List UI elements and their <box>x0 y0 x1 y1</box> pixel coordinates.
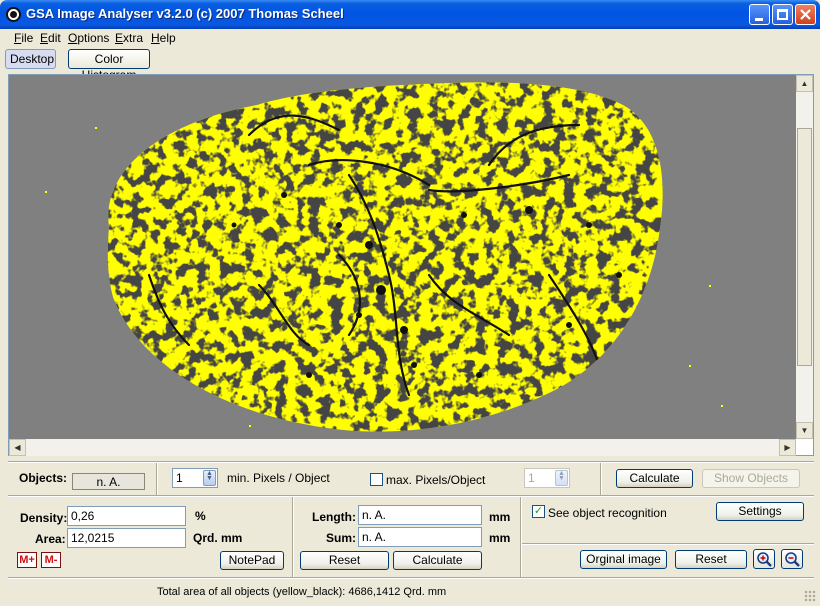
separator <box>600 463 602 495</box>
image-reset-button[interactable]: Reset <box>675 550 747 569</box>
show-objects-button[interactable]: Show Objects <box>702 469 800 488</box>
sum-field[interactable]: n. A. <box>358 527 482 547</box>
min-pixels-spin[interactable]: ▲ ▼ <box>203 470 216 486</box>
length-calculate-button[interactable]: Calculate <box>393 551 482 570</box>
length-label: Length: <box>312 510 356 524</box>
max-pixels-label: max. Pixels/Object <box>386 473 486 487</box>
minimize-button[interactable] <box>749 4 770 25</box>
zoom-in-icon <box>757 552 772 567</box>
length-reset-button[interactable]: Reset <box>300 551 389 570</box>
objects-calculate-button[interactable]: Calculate <box>616 469 693 488</box>
close-button[interactable] <box>795 4 816 25</box>
density-field[interactable]: 0,26 <box>67 506 186 526</box>
zoom-out-button[interactable] <box>781 549 803 569</box>
close-icon <box>800 9 811 20</box>
menu-bar: File Edit Options Extra Help <box>0 29 820 47</box>
see-object-recognition-label: See object recognition <box>548 506 667 520</box>
window-title: GSA Image Analyser v3.2.0 (c) 2007 Thoma… <box>26 6 344 21</box>
separator <box>8 461 814 463</box>
scroll-up-button[interactable]: ▲ <box>796 75 813 92</box>
menu-extra[interactable]: Extra <box>115 31 143 45</box>
resize-grip[interactable] <box>804 590 816 602</box>
minimize-icon <box>755 18 763 21</box>
zoom-in-button[interactable] <box>753 549 775 569</box>
separator <box>8 495 814 497</box>
tab-desktop[interactable]: Desktop <box>5 49 56 69</box>
menu-options[interactable]: Options <box>68 31 109 45</box>
scroll-left-button[interactable]: ◀ <box>9 439 26 456</box>
analysed-image[interactable] <box>9 75 796 439</box>
maximize-button[interactable] <box>772 4 793 25</box>
objects-label: Objects: <box>19 471 68 485</box>
status-text: Total area of all objects (yellow_black)… <box>157 586 447 598</box>
area-unit: Qrd. mm <box>193 531 243 545</box>
memory-plus-button[interactable]: M+ <box>17 552 37 568</box>
notepad-button[interactable]: NotePad <box>220 551 284 570</box>
scroll-right-button[interactable]: ▶ <box>779 439 796 456</box>
settings-button[interactable]: Settings <box>716 502 804 521</box>
vertical-scroll-thumb[interactable] <box>797 128 812 366</box>
menu-file[interactable]: File <box>14 31 33 45</box>
see-object-recognition-checkbox[interactable]: ✓ <box>532 505 545 518</box>
separator <box>522 543 814 545</box>
menu-help[interactable]: Help <box>151 31 176 45</box>
horizontal-scrollbar[interactable]: ◀ ▶ <box>9 439 796 456</box>
vertical-scrollbar[interactable]: ▲ ▼ <box>796 75 813 439</box>
object-recognition-image <box>45 82 723 432</box>
original-image-button[interactable]: Orginal image <box>580 550 667 569</box>
area-label: Area: <box>35 532 66 546</box>
separator <box>156 463 158 495</box>
scroll-down-button[interactable]: ▼ <box>796 422 813 439</box>
zoom-out-icon <box>785 552 800 567</box>
sum-unit: mm <box>489 531 511 545</box>
separator <box>520 497 522 577</box>
maximize-icon <box>777 9 788 20</box>
sum-label: Sum: <box>326 531 356 545</box>
area-field[interactable]: 12,0215 <box>67 528 186 548</box>
tab-color-histogram[interactable]: Color Histogram <box>68 49 150 82</box>
min-pixels-value: 1 <box>176 471 183 485</box>
app-icon[interactable] <box>6 7 21 22</box>
max-pixels-value: 1 <box>528 471 535 485</box>
length-unit: mm <box>489 510 511 524</box>
density-label: Density: <box>20 511 68 525</box>
menu-edit[interactable]: Edit <box>40 31 61 45</box>
density-unit: % <box>195 509 206 523</box>
objects-count: n. A. <box>72 473 145 490</box>
length-field[interactable]: n. A. <box>358 505 482 525</box>
max-pixels-checkbox[interactable] <box>370 473 383 486</box>
min-pixels-label: min. Pixels / Object <box>227 471 330 485</box>
memory-minus-button[interactable]: M- <box>41 552 61 568</box>
separator <box>292 497 294 577</box>
max-pixels-spin[interactable]: ▲ ▼ <box>555 470 568 486</box>
separator <box>8 577 814 579</box>
